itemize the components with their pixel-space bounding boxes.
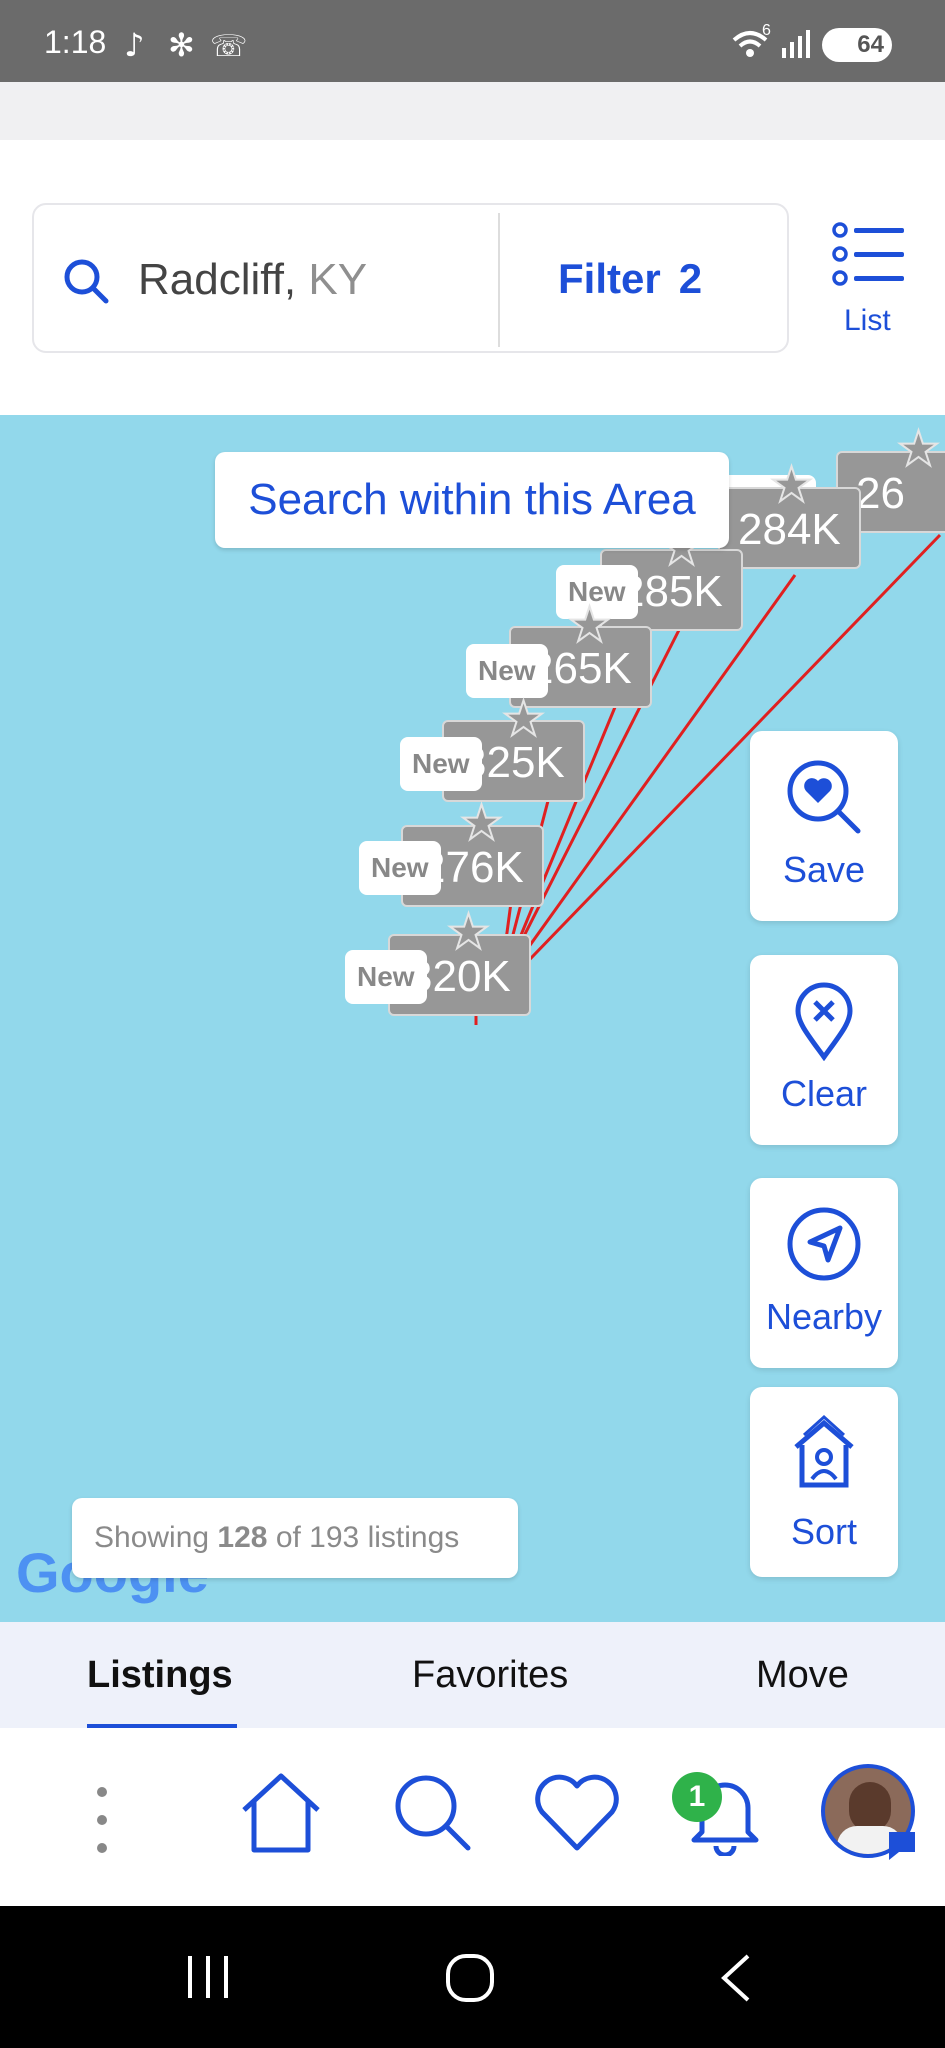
svg-text:☏: ☏	[210, 29, 248, 62]
listing-tabs: Listings Favorites Move	[0, 1622, 945, 1728]
search-bar[interactable]: Radcliff, KY Filter 2	[32, 203, 789, 353]
status-bar: 1:18 ♪ ✻ ☏ 6 64	[0, 0, 945, 82]
home-icon[interactable]	[238, 1770, 324, 1856]
status-notification-icons: ♪ ✻ ☏	[124, 26, 248, 62]
location-city: Radcliff,	[138, 255, 297, 304]
sort-button[interactable]: Sort	[750, 1387, 898, 1577]
nearby-label: Nearby	[765, 1296, 883, 1337]
header-spacer	[0, 82, 945, 140]
heart-search-icon	[787, 760, 861, 834]
list-view-button[interactable]: List	[822, 222, 922, 342]
search-nav-icon[interactable]	[390, 1770, 476, 1856]
save-search-button[interactable]: Save	[750, 731, 898, 921]
search-icon	[64, 259, 109, 304]
new-badge: New	[400, 737, 482, 791]
wifi-signal-icon	[732, 30, 810, 58]
chat-bubble-icon	[889, 1832, 915, 1860]
filter-label: Filter	[558, 255, 661, 302]
svg-text:♪: ♪	[124, 26, 144, 62]
battery-indicator: 64	[822, 28, 892, 62]
new-badge: New	[466, 644, 548, 698]
recent-apps-icon[interactable]	[184, 1954, 232, 2002]
sort-label: Sort	[790, 1511, 858, 1552]
favorite-star-icon: ★	[446, 906, 491, 959]
tab-favorites[interactable]: Favorites	[412, 1654, 568, 1697]
search-within-area-button[interactable]: Search within this Area	[215, 452, 729, 548]
filter-button[interactable]: Filter 2	[558, 255, 702, 303]
favorite-star-icon: ★	[501, 693, 546, 746]
favorites-heart-icon[interactable]	[532, 1770, 622, 1856]
list-icon	[832, 222, 904, 286]
filter-count: 2	[678, 255, 703, 302]
map-view[interactable]: 26 ★ 284K ★ 285K New ★ 265K New ★ 325K N…	[0, 415, 945, 1622]
bottom-navigation	[0, 1728, 945, 1906]
new-badge: New	[359, 841, 441, 895]
clear-label: Clear	[780, 1073, 868, 1114]
home-system-icon[interactable]	[444, 1952, 496, 2004]
notification-badge: 1	[672, 1772, 722, 1822]
favorite-star-icon: ★	[896, 423, 941, 476]
list-label: List	[844, 304, 891, 337]
nearby-button[interactable]: Nearby	[750, 1178, 898, 1368]
save-label: Save	[782, 849, 866, 890]
tab-listings[interactable]: Listings	[87, 1654, 233, 1697]
new-badge: New	[345, 950, 427, 1004]
clear-pin-icon	[795, 982, 853, 1061]
favorite-star-icon: ★	[769, 459, 814, 512]
tab-move[interactable]: Move	[756, 1654, 849, 1697]
navigation-arrow-icon	[787, 1207, 861, 1281]
status-time: 1:18	[44, 24, 107, 60]
favorite-star-icon: ★	[567, 599, 612, 652]
more-options-icon[interactable]	[92, 1784, 112, 1856]
house-sort-icon	[794, 1414, 854, 1488]
location-input[interactable]: Radcliff, KY	[138, 255, 367, 305]
location-state: KY	[308, 255, 368, 304]
system-navigation-bar	[0, 1906, 945, 2048]
clear-button[interactable]: Clear	[750, 955, 898, 1145]
search-divider	[498, 213, 500, 347]
svg-text:✻: ✻	[168, 26, 195, 62]
wifi-label: 6	[762, 22, 771, 39]
listing-count: Showing 128 of 193 listings	[72, 1498, 518, 1578]
back-icon[interactable]	[716, 1952, 756, 2004]
favorite-star-icon: ★	[459, 797, 504, 850]
